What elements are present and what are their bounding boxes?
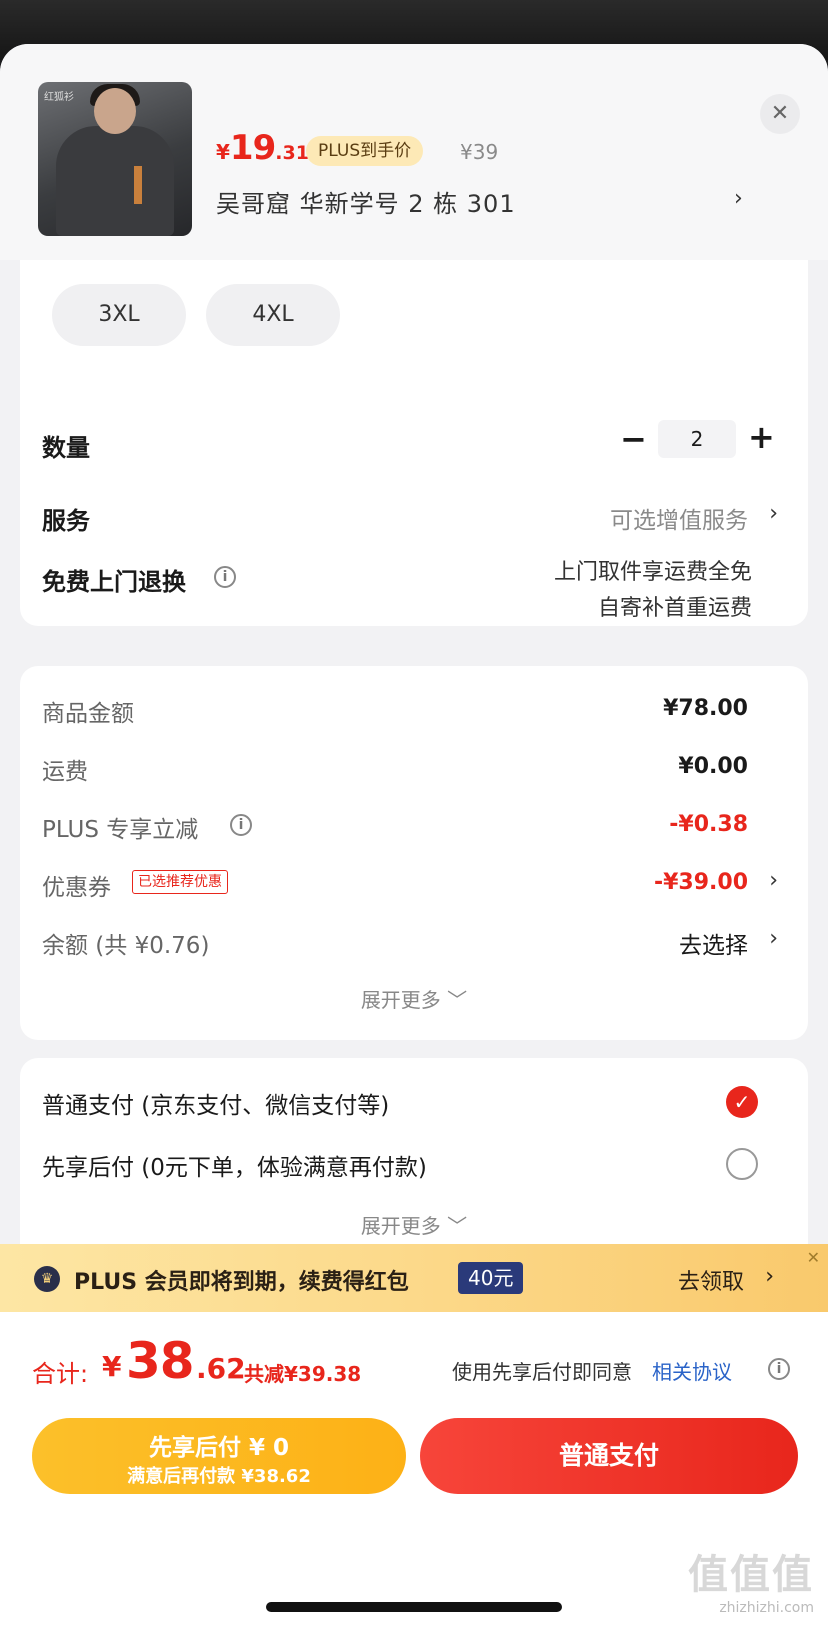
price-summary-card: 商品金额 ¥78.00 运费 ¥0.00 PLUS 专享立减 i -¥0.38 … bbox=[20, 666, 808, 1040]
normal-pay-radio-checked[interactable]: ✓ bbox=[726, 1086, 758, 1118]
agreement-text: 使用先享后付即同意 bbox=[452, 1360, 632, 1384]
thumb-brand: 红狐衫 bbox=[44, 92, 74, 103]
size-chip-4xl[interactable]: 4XL bbox=[206, 284, 340, 346]
quantity-decrease-button[interactable]: − bbox=[620, 420, 647, 458]
plus-discount-label: PLUS 专享立减 bbox=[42, 817, 199, 843]
bnpl-pay-radio[interactable] bbox=[726, 1148, 758, 1180]
balance-select[interactable]: 去选择 bbox=[679, 926, 748, 960]
banner-close-icon[interactable]: ✕ bbox=[807, 1248, 820, 1267]
watermark-logo: 值值值 bbox=[688, 1552, 814, 1598]
payment-method-card: 普通支付 (京东支付、微信支付等) ✓ 先享后付 (0元下单，体验满意再付款) … bbox=[20, 1058, 808, 1268]
quantity-input[interactable]: 2 bbox=[658, 420, 736, 458]
normal-pay-option[interactable]: 普通支付 (京东支付、微信支付等) bbox=[42, 1086, 389, 1120]
normal-pay-button[interactable]: 普通支付 bbox=[420, 1418, 798, 1494]
free-return-line1: 上门取件享运费全免 bbox=[553, 560, 752, 585]
bnpl-button-line2: 满意后再付款 ¥38.62 bbox=[127, 1466, 311, 1487]
goods-amount-label: 商品金额 bbox=[42, 701, 134, 727]
product-header: 红狐衫 ¥ 19 .31 PLUS到手价 ¥39 吴哥窟 华新学号 2 栋 30… bbox=[0, 44, 828, 260]
total-saved: 共减¥39.38 bbox=[244, 1362, 362, 1386]
bnpl-button-line1: 先享后付 ¥ 0 bbox=[148, 1435, 290, 1461]
total-label: 合计: bbox=[32, 1360, 89, 1388]
info-icon[interactable]: i bbox=[214, 566, 236, 588]
plus-banner-text: PLUS 会员即将到期，续费得红包 bbox=[74, 1270, 409, 1295]
coupon-label: 优惠券 bbox=[42, 875, 111, 901]
thumb-head bbox=[94, 88, 136, 134]
delivery-address[interactable]: 吴哥窟 华新学号 2 栋 301 bbox=[216, 184, 516, 219]
thumb-tag bbox=[134, 166, 142, 204]
plus-banner-amount: 40元 bbox=[458, 1262, 524, 1294]
plus-renewal-banner[interactable]: ♛ PLUS 会员即将到期，续费得红包 40元 去领取 › ✕ bbox=[0, 1244, 828, 1312]
free-return-line2: 自寄补首重运费 bbox=[597, 596, 752, 621]
close-button[interactable]: ✕ bbox=[760, 94, 800, 134]
expand-more-payment[interactable]: 展开更多 ﹀ bbox=[20, 1210, 808, 1239]
info-icon[interactable]: i bbox=[768, 1358, 790, 1380]
plus-crown-icon: ♛ bbox=[34, 1266, 60, 1292]
total-decimal: .62 bbox=[196, 1352, 246, 1385]
total-symbol: ¥ bbox=[102, 1350, 122, 1383]
service-value[interactable]: 可选增值服务 bbox=[610, 501, 748, 535]
coupon-tag: 已选推荐优惠 bbox=[132, 870, 228, 894]
plus-claim-chevron-icon[interactable]: › bbox=[765, 1264, 774, 1289]
price-symbol: ¥ bbox=[216, 140, 230, 164]
balance-chevron-icon[interactable]: › bbox=[769, 926, 778, 951]
spec-card: 3XL 4XL 数量 − 2 + 服务 可选增值服务 › 免费上门退换 i 上门… bbox=[20, 194, 808, 626]
shipping-value: ¥0.00 bbox=[678, 754, 748, 779]
close-icon: ✕ bbox=[770, 101, 790, 126]
watermark-url: zhizhizhi.com bbox=[719, 1600, 814, 1616]
size-chip-3xl[interactable]: 3XL bbox=[52, 284, 186, 346]
watermark: 值值值 zhizhizhi.com bbox=[688, 1542, 814, 1616]
coupon-value[interactable]: -¥39.00 bbox=[654, 870, 748, 895]
price-integer: 19 bbox=[229, 128, 276, 168]
agreement-link[interactable]: 相关协议 bbox=[652, 1356, 732, 1385]
bnpl-pay-option[interactable]: 先享后付 (0元下单，体验满意再付款) bbox=[42, 1148, 427, 1182]
plus-discount-value: -¥0.38 bbox=[669, 812, 748, 837]
goods-amount-value: ¥78.00 bbox=[663, 696, 748, 721]
plus-price-badge: PLUS到手价 bbox=[306, 136, 424, 166]
shipping-label: 运费 bbox=[42, 759, 88, 785]
address-chevron-icon[interactable]: › bbox=[734, 186, 743, 211]
quantity-increase-button[interactable]: + bbox=[748, 418, 775, 456]
expand-more-summary[interactable]: 展开更多 ﹀ bbox=[20, 984, 808, 1013]
plus-claim-link[interactable]: 去领取 bbox=[678, 1264, 744, 1296]
thumb-shirt bbox=[56, 126, 174, 236]
product-thumbnail[interactable]: 红狐衫 bbox=[38, 82, 192, 236]
home-indicator bbox=[266, 1602, 562, 1612]
free-return-label: 免费上门退换 bbox=[42, 568, 186, 596]
balance-label: 余额 (共 ¥0.76) bbox=[42, 933, 210, 959]
checkout-bar: 合计: ¥ 38 .62 共减¥39.38 使用先享后付即同意 相关协议 i 先… bbox=[0, 1312, 828, 1626]
info-icon[interactable]: i bbox=[230, 814, 252, 836]
service-chevron-icon[interactable]: › bbox=[769, 501, 778, 526]
bnpl-button[interactable]: 先享后付 ¥ 0 满意后再付款 ¥38.62 bbox=[32, 1418, 406, 1494]
coupon-chevron-icon[interactable]: › bbox=[769, 868, 778, 893]
quantity-label: 数量 bbox=[42, 434, 90, 462]
product-price: ¥ 19 .31 bbox=[216, 128, 309, 168]
price-decimal: .31 bbox=[275, 142, 309, 164]
total-integer: 38 bbox=[126, 1332, 195, 1390]
service-label: 服务 bbox=[42, 507, 90, 535]
original-price: ¥39 bbox=[460, 140, 499, 164]
order-sheet: 红狐衫 ¥ 19 .31 PLUS到手价 ¥39 吴哥窟 华新学号 2 栋 30… bbox=[0, 44, 828, 1626]
